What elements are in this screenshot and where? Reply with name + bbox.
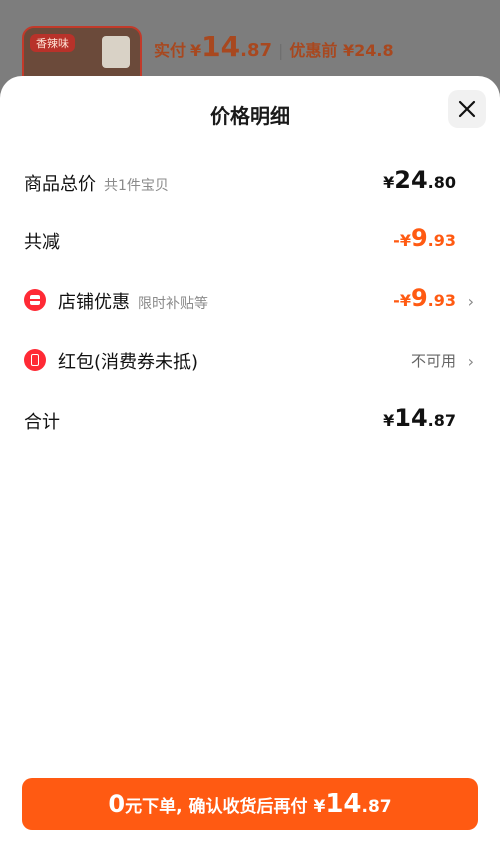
- row-store-discount[interactable]: 店铺优惠 限时补贴等 -¥9.93 ›: [24, 280, 476, 320]
- flavor-tag: 香辣味: [30, 34, 75, 52]
- pay-later-int: 14: [325, 789, 362, 819]
- zero-amount: 0: [108, 790, 126, 818]
- sum-amount: ¥14.87: [383, 404, 456, 432]
- reduction-label: 共减: [24, 232, 60, 253]
- store-discount-sub: 限时补贴等: [138, 296, 208, 312]
- price-separator: |: [278, 41, 284, 60]
- chevron-right-icon: ›: [467, 352, 474, 371]
- pay-later-dec: .87: [361, 797, 392, 817]
- store-discount-icon: [24, 289, 46, 311]
- row-goods-total: 商品总价 共1件宝贝 ¥24.80: [24, 162, 476, 202]
- before-discount-price: ¥24.8: [343, 41, 394, 60]
- item-count: 共1件宝贝: [104, 178, 169, 194]
- goods-total-label: 商品总价: [24, 174, 96, 195]
- yen-symbol: ¥: [190, 41, 202, 60]
- order-now-button[interactable]: 0元下单, 确认收货后再付 ¥14.87: [22, 778, 478, 830]
- red-packet-icon: [24, 349, 46, 371]
- price-detail-sheet: 价格明细 商品总价 共1件宝贝 ¥24.80 共减 -¥9.93 店铺优惠 限时补贴…: [0, 76, 500, 849]
- paid-label: 实付: [154, 41, 187, 60]
- sheet-title: 价格明细: [210, 104, 290, 128]
- paid-int: 14: [201, 30, 241, 63]
- product-package-image: [102, 36, 130, 68]
- store-discount-amount: -¥9.93: [393, 284, 456, 312]
- sum-label: 合计: [24, 412, 60, 433]
- chevron-right-icon: ›: [467, 292, 474, 311]
- pay-button-text: 元下单, 确认收货后再付: [125, 797, 308, 817]
- close-icon: [458, 100, 476, 118]
- row-red-packet[interactable]: 红包(消费券未抵) 不可用 ›: [24, 340, 476, 380]
- red-packet-label: 红包(消费券未抵): [58, 352, 199, 373]
- row-total-reduction: 共减 -¥9.93: [24, 220, 476, 260]
- store-discount-label: 店铺优惠: [58, 292, 130, 313]
- red-packet-status: 不可用: [410, 352, 456, 370]
- paid-dec: .87: [240, 40, 273, 61]
- row-sum: 合计 ¥14.87: [24, 400, 476, 440]
- before-discount-label: 优惠前: [289, 41, 338, 60]
- background-price: 实付 ¥14.87 | 优惠前 ¥24.8: [154, 30, 394, 63]
- goods-total-amount: ¥24.80: [383, 166, 456, 194]
- reduction-amount: -¥9.93: [393, 224, 456, 252]
- close-button[interactable]: [448, 90, 486, 128]
